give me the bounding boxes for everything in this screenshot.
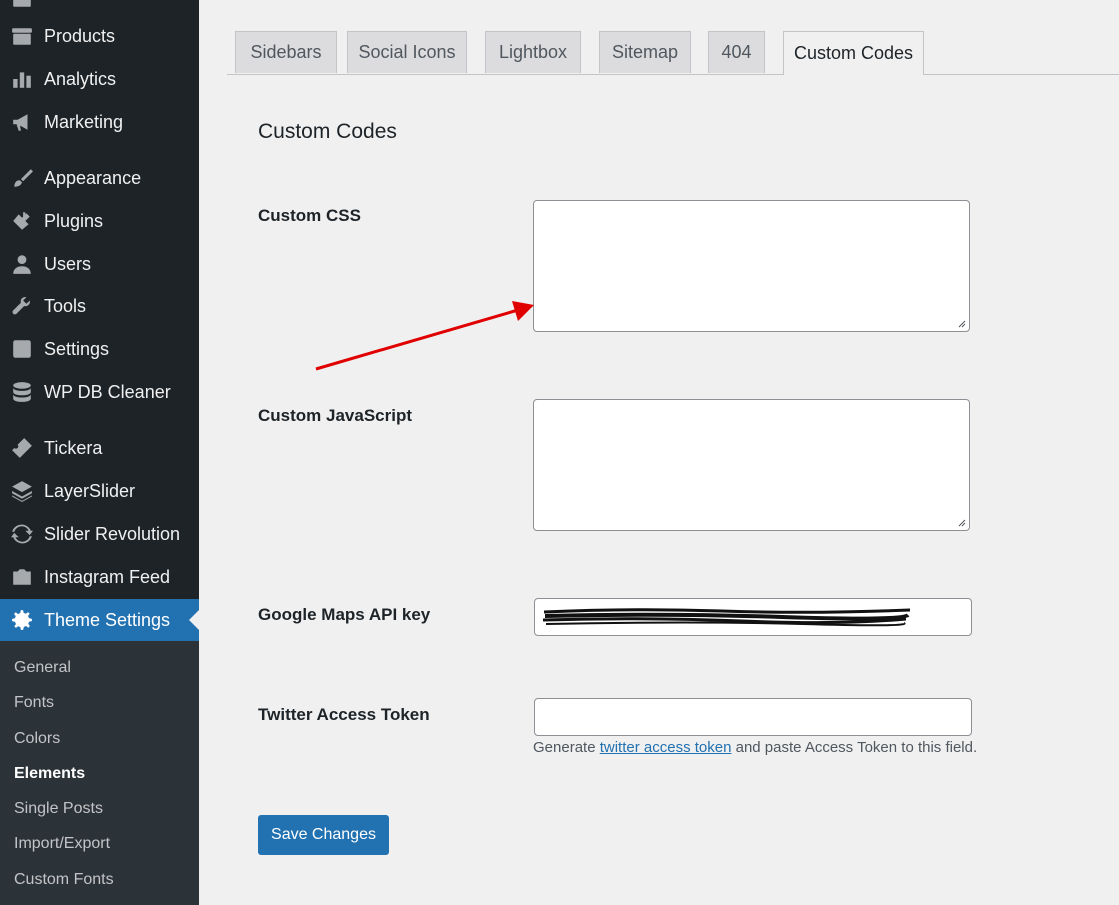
sidebar-item-label: Plugins — [44, 210, 104, 231]
sidebar-item-settings[interactable]: Settings — [0, 329, 199, 369]
sidebar-item-plugins[interactable]: Plugins — [0, 201, 199, 241]
custom-css-label: Custom CSS — [258, 206, 361, 225]
ticket-icon — [0, 437, 44, 459]
twitter-token-label: Twitter Access Token — [258, 705, 430, 724]
google-maps-label: Google Maps API key — [258, 605, 431, 624]
submenu-fonts[interactable]: Fonts — [14, 694, 54, 712]
sidebar-item-label: Marketing — [44, 111, 124, 132]
menu-icon — [0, 0, 44, 9]
sidebar-item-products[interactable]: Products — [0, 16, 199, 56]
gear-icon — [0, 609, 44, 631]
admin-sidebar: Products Analytics Marketing Appearance … — [0, 0, 199, 905]
sidebar-item-label: Tickera — [44, 437, 103, 458]
sidebar-item-label: Theme Settings — [44, 609, 171, 630]
bar-chart-icon — [0, 68, 44, 90]
refresh-icon — [0, 523, 44, 545]
tab-social-icons[interactable]: Social Icons — [347, 31, 467, 73]
user-icon — [0, 253, 44, 275]
tab-custom-codes[interactable]: Custom Codes — [783, 31, 924, 75]
twitter-access-token-input[interactable] — [534, 698, 972, 736]
tab-sidebars[interactable]: Sidebars — [235, 31, 337, 73]
sidebar-item-tickera[interactable]: Tickera — [0, 428, 199, 468]
megaphone-icon — [0, 111, 44, 133]
camera-icon — [0, 566, 44, 588]
submenu-colors[interactable]: Colors — [14, 730, 60, 748]
theme-settings-submenu: General Fonts Colors Elements Single Pos… — [0, 641, 199, 905]
database-icon — [0, 381, 44, 403]
annotation-arrow-icon — [315, 301, 534, 371]
submenu-elements[interactable]: Elements — [14, 765, 85, 783]
sidebar-item-appearance[interactable]: Appearance — [0, 158, 199, 198]
submenu-import-export[interactable]: Import/Export — [14, 835, 110, 853]
sidebar-item-analytics[interactable]: Analytics — [0, 59, 199, 99]
sidebar-item-label: Users — [44, 253, 92, 274]
sidebar-item-wp-db-cleaner[interactable]: WP DB Cleaner — [0, 372, 199, 412]
sidebar-item-label: WP DB Cleaner — [44, 381, 171, 402]
sidebar-item-marketing[interactable]: Marketing — [0, 102, 199, 142]
archive-icon — [0, 25, 44, 47]
description-text: Generate — [533, 739, 600, 756]
description-text: and paste Access Token to this field. — [731, 739, 978, 756]
save-changes-button[interactable]: Save Changes — [258, 815, 389, 855]
paintbrush-icon — [0, 167, 44, 189]
tab-lightbox[interactable]: Lightbox — [485, 31, 581, 73]
sidebar-item-label: Settings — [44, 338, 110, 359]
tab-divider — [227, 74, 1119, 75]
twitter-access-token-link[interactable]: twitter access token — [600, 739, 732, 756]
sidebar-item-tools[interactable]: Tools — [0, 286, 199, 326]
tab-404[interactable]: 404 — [708, 31, 765, 73]
plug-icon — [0, 210, 44, 232]
sidebar-item-label: Tools — [44, 295, 87, 316]
settings-tabs: Sidebars Social Icons Lightbox Sitemap 4… — [227, 0, 1119, 75]
sidebar-item-instagram-feed[interactable]: Instagram Feed — [0, 557, 199, 597]
sidebar-item-layerslider[interactable]: LayerSlider — [0, 471, 199, 511]
google-maps-api-key-input[interactable] — [534, 598, 972, 636]
sidebar-item-label: Appearance — [44, 167, 142, 188]
sidebar-item-label: Analytics — [44, 68, 117, 89]
submenu-general[interactable]: General — [14, 659, 71, 677]
sidebar-item-label: Slider Revolution — [44, 523, 181, 544]
custom-css-textarea[interactable] — [533, 200, 970, 332]
wrench-icon — [0, 295, 44, 317]
twitter-token-description: Generate twitter access token and paste … — [533, 739, 977, 756]
layers-icon — [0, 480, 44, 502]
sidebar-item-slider-revolution[interactable]: Slider Revolution — [0, 514, 199, 554]
submenu-custom-fonts[interactable]: Custom Fonts — [14, 871, 114, 889]
sidebar-item-theme-settings[interactable]: Theme Settings — [0, 599, 199, 641]
sidebar-item-label: LayerSlider — [44, 480, 136, 501]
submenu-single-posts[interactable]: Single Posts — [14, 800, 103, 818]
sidebar-item-label: Products — [44, 25, 116, 46]
tab-sitemap[interactable]: Sitemap — [599, 31, 691, 73]
custom-js-textarea[interactable] — [533, 399, 970, 531]
sidebar-item-label: Instagram Feed — [44, 566, 171, 587]
section-title: Custom Codes — [258, 120, 397, 143]
custom-js-label: Custom JavaScript — [258, 406, 412, 425]
sliders-icon — [0, 338, 44, 360]
sidebar-item-users[interactable]: Users — [0, 244, 199, 284]
